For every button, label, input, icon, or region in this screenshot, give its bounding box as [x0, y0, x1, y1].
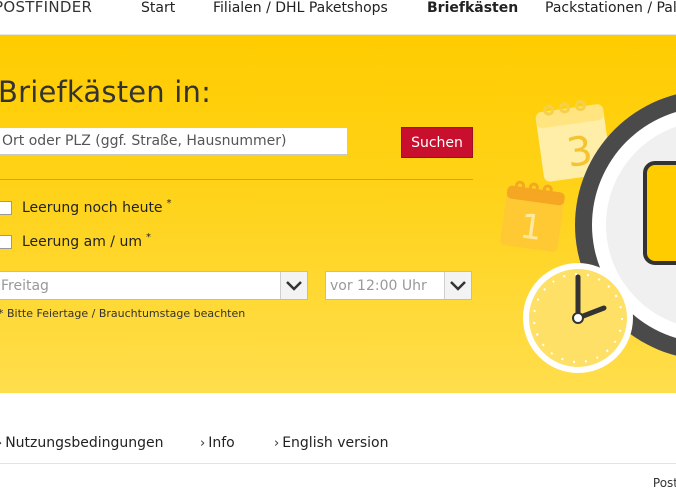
holiday-note: * Bitte Feiertage / Brauchtumstage beach… — [0, 307, 246, 320]
asterisk-mark: * — [166, 197, 172, 209]
nav-packstationen[interactable]: Packstationen / Pal — [545, 0, 676, 16]
chevron-down-icon[interactable] — [280, 272, 307, 299]
brand-logo[interactable]: POSTFINDER — [0, 0, 92, 16]
search-panel: 3 1 Briefkästen in: Suchen — [0, 35, 676, 393]
link-english[interactable]: › English version — [274, 435, 388, 451]
footer-links: › Nutzungsbedingungen › Info › English v… — [0, 393, 676, 464]
link-label: English version — [282, 435, 389, 451]
chevron-right-icon: › — [200, 435, 206, 451]
time-select[interactable]: vor 12:00 Uhr — [325, 271, 472, 300]
day-select-value: Freitag — [1, 277, 49, 294]
link-info[interactable]: › Info — [200, 435, 235, 451]
nav-briefkaesten[interactable]: Briefkästen — [427, 0, 518, 16]
checkbox-at[interactable] — [0, 235, 12, 249]
checkbox-at-label: Leerung am / um — [22, 234, 142, 250]
top-nav: POSTFINDER Start Filialen / DHL Paketsho… — [0, 0, 676, 35]
filter-at-row[interactable]: Leerung am / um * — [0, 231, 151, 250]
search-button[interactable]: Suchen — [401, 127, 473, 158]
link-label: Nutzungsbedingungen — [5, 435, 164, 451]
chevron-down-icon[interactable] — [444, 272, 471, 299]
link-label: Info — [208, 435, 235, 451]
search-input[interactable] — [0, 127, 348, 155]
asterisk-mark: * — [145, 231, 151, 243]
page-title: Briefkästen in: — [0, 75, 212, 109]
day-select[interactable]: Freitag — [0, 271, 308, 300]
divider — [0, 179, 473, 180]
calendar-icon: 1 — [500, 180, 565, 252]
footer-cut-text: Post — [652, 476, 676, 490]
chevron-right-icon: › — [274, 435, 280, 451]
chevron-right-icon: › — [0, 436, 2, 451]
small-clock-icon — [523, 263, 633, 373]
checkbox-today-label: Leerung noch heute — [22, 200, 163, 216]
time-select-value: vor 12:00 Uhr — [330, 277, 427, 294]
filter-today-row[interactable]: Leerung noch heute * — [0, 197, 172, 216]
link-nutzungsbedingungen[interactable]: › Nutzungsbedingungen — [0, 435, 163, 451]
nav-filialen[interactable]: Filialen / DHL Paketshops — [213, 0, 388, 16]
clock-calendar-illustration: 3 1 — [500, 94, 676, 373]
checkbox-today[interactable] — [0, 201, 12, 215]
nav-start[interactable]: Start — [141, 0, 175, 16]
